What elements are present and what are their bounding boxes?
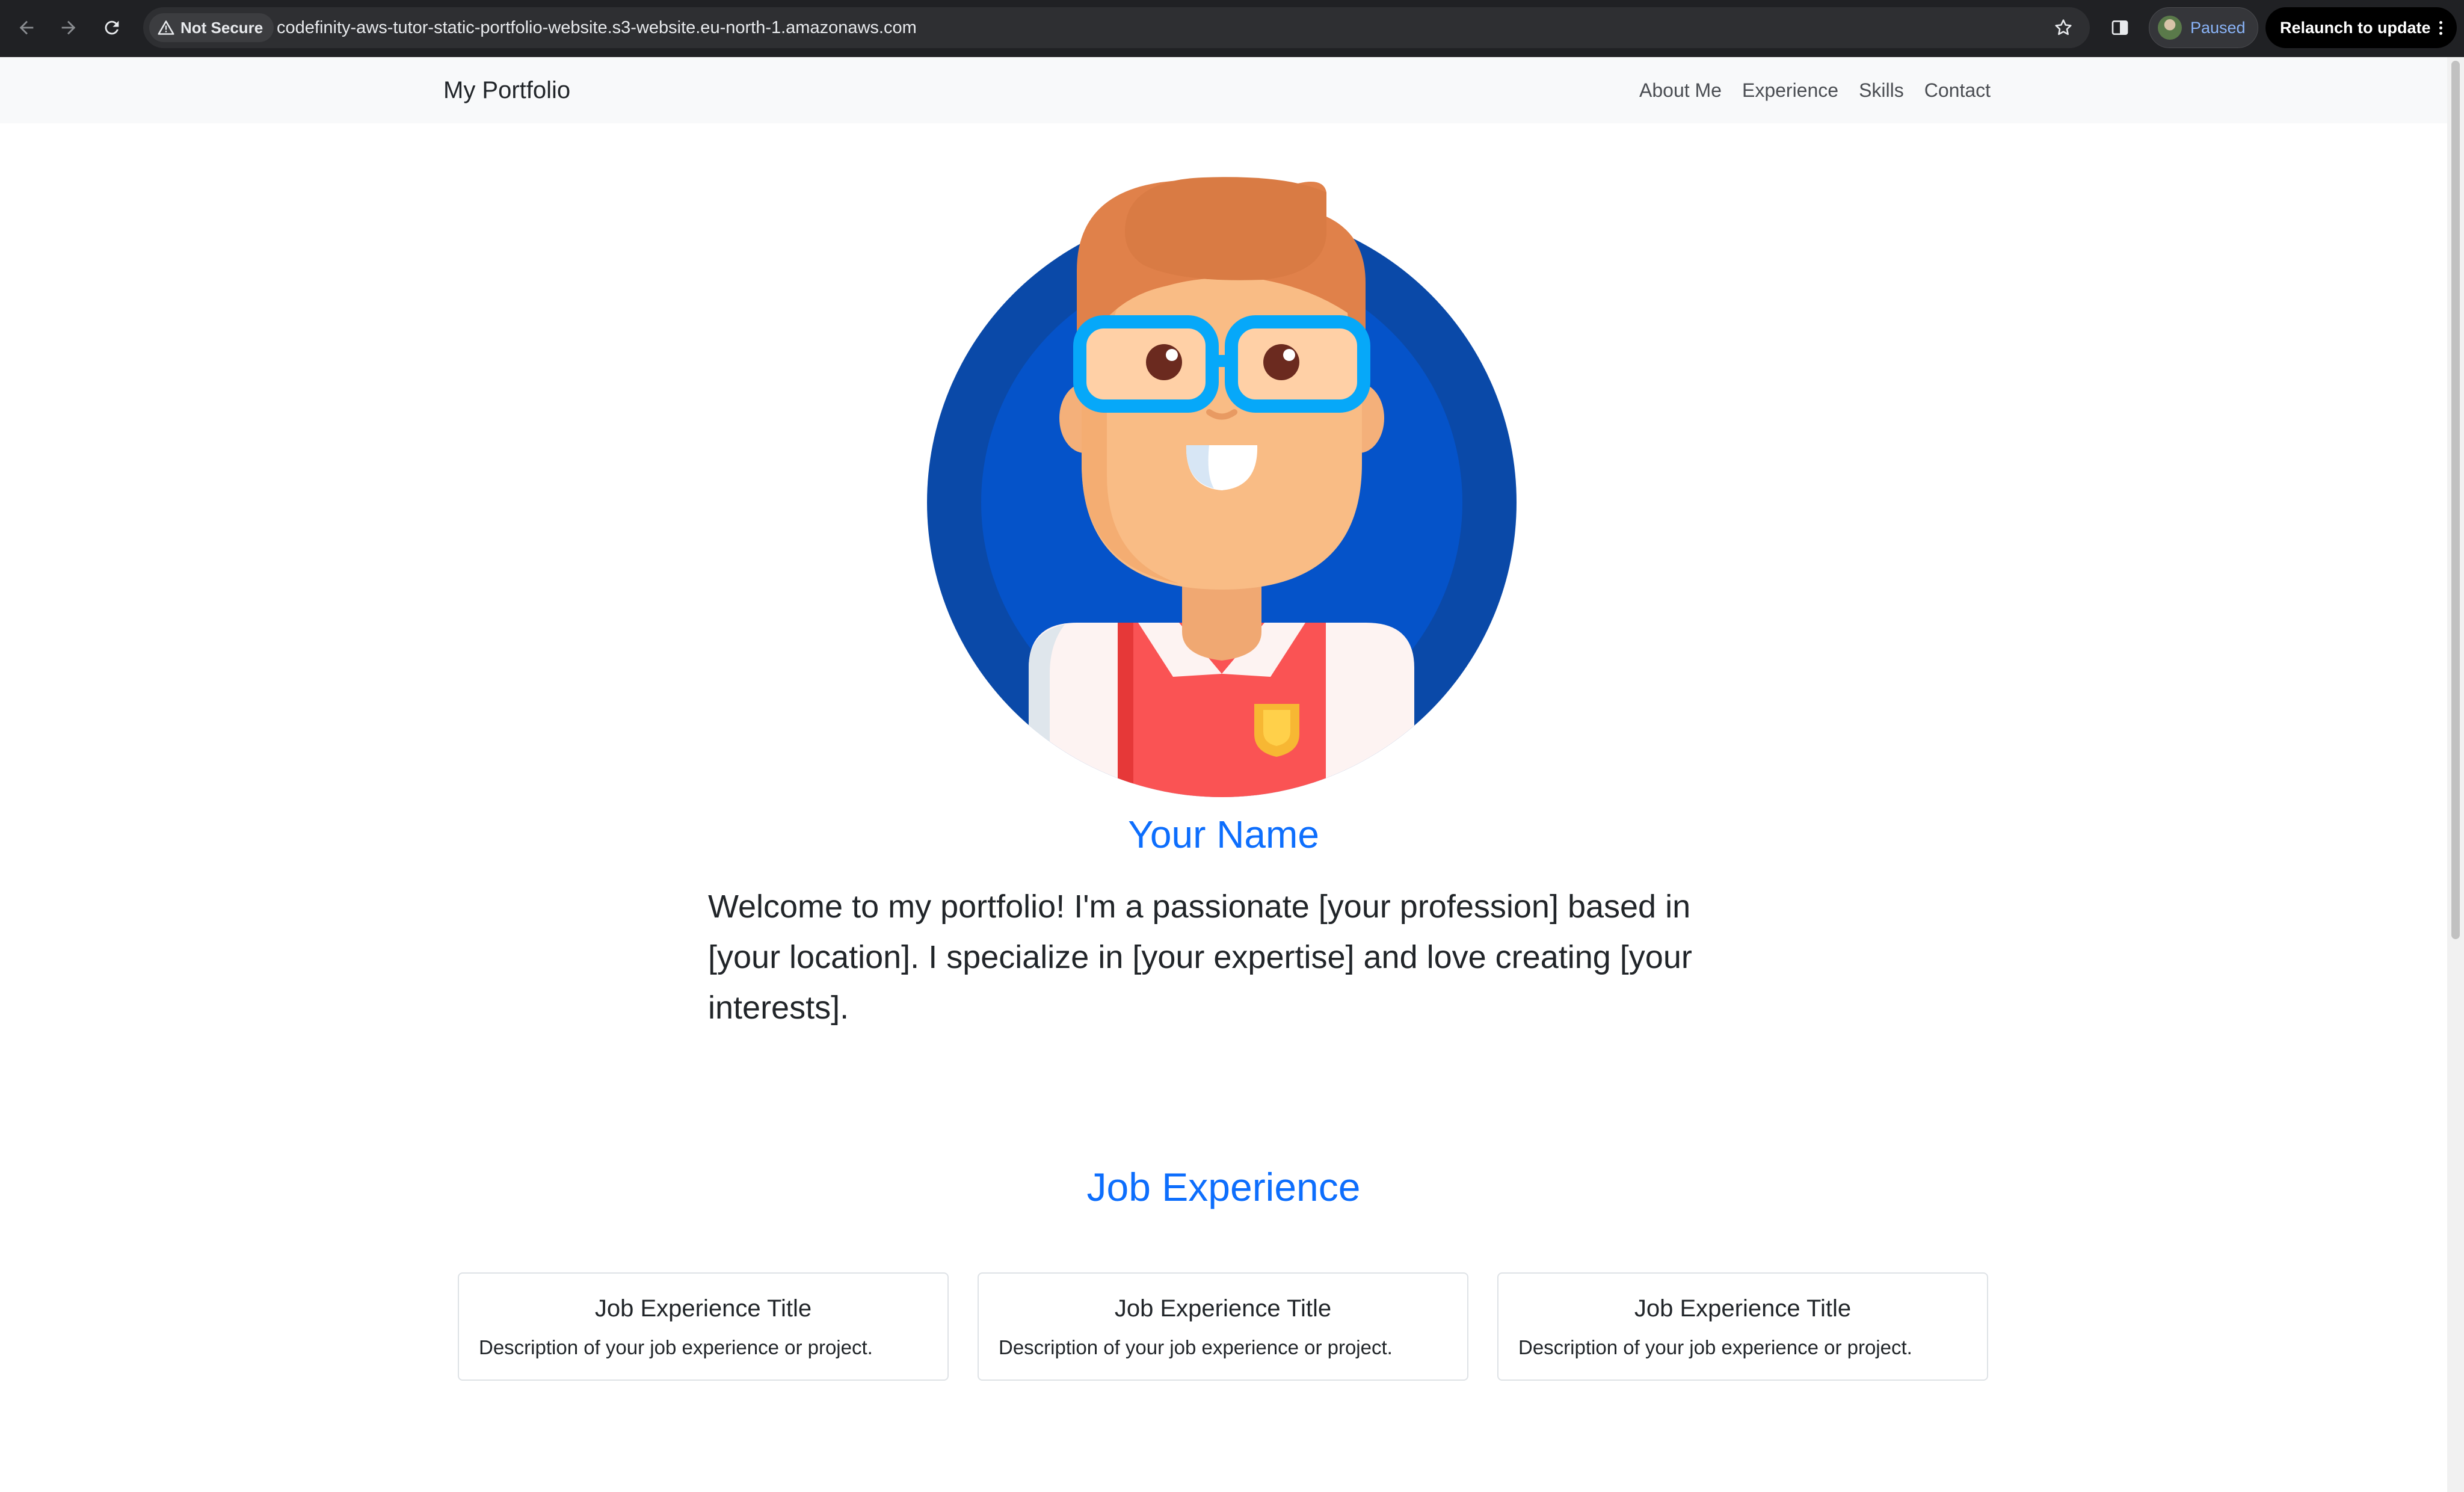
relaunch-label: Relaunch to update <box>2280 18 2431 37</box>
relaunch-button[interactable]: Relaunch to update <box>2265 7 2457 48</box>
card-title: Job Experience Title <box>1634 1295 1852 1322</box>
nav-link-experience[interactable]: Experience <box>1742 79 1838 102</box>
forward-icon <box>61 20 76 35</box>
nav-link-contact[interactable]: Contact <box>1924 79 1991 102</box>
reload-button[interactable] <box>97 13 126 42</box>
scrollbar-thumb[interactable] <box>2451 61 2460 939</box>
hero-name: Your Name <box>1128 813 1319 856</box>
nav-link-skills[interactable]: Skills <box>1859 79 1904 102</box>
back-icon <box>19 20 34 35</box>
experience-card: Job Experience Title Description of your… <box>978 1272 1468 1381</box>
page-viewport: My Portfolio About Me Experience Skills … <box>0 57 2447 1492</box>
kebab-menu-icon[interactable] <box>2439 20 2442 35</box>
side-panel-button[interactable] <box>2105 13 2134 42</box>
nav-link-about-me[interactable]: About Me <box>1639 79 1722 102</box>
reload-icon <box>105 20 119 35</box>
profile-status: Paused <box>2190 18 2246 37</box>
security-label: Not Secure <box>180 18 263 37</box>
card-title: Job Experience Title <box>594 1295 812 1322</box>
address-bar[interactable]: Not Secure codefinity-aws-tutor-static-p… <box>143 7 2090 48</box>
profile-button[interactable]: Paused <box>2149 7 2258 48</box>
hero-intro: Welcome to my portfolio! I'm a passionat… <box>708 889 1692 1026</box>
bookmark-star-button[interactable] <box>2050 14 2077 41</box>
navbar-brand[interactable]: My Portfolio <box>443 57 570 123</box>
site-navbar: My Portfolio About Me Experience Skills … <box>0 57 2447 123</box>
avatar-illustration <box>927 177 1517 797</box>
security-indicator[interactable]: Not Secure <box>149 13 274 42</box>
star-icon <box>2055 19 2072 35</box>
back-button[interactable] <box>12 13 41 42</box>
url-text[interactable]: codefinity-aws-tutor-static-portfolio-we… <box>277 7 917 48</box>
profile-avatar <box>2158 16 2182 40</box>
card-description: Description of your job experience or pr… <box>1518 1336 1912 1358</box>
experience-heading: Job Experience <box>1086 1165 1361 1209</box>
page-scrollbar[interactable] <box>2447 57 2464 1492</box>
navbar-links: About Me Experience Skills Contact <box>1639 57 1991 123</box>
card-description: Description of your job experience or pr… <box>999 1336 1393 1358</box>
card-title: Job Experience Title <box>1114 1295 1332 1322</box>
card-description: Description of your job experience or pr… <box>479 1336 873 1358</box>
experience-card: Job Experience Title Description of your… <box>1497 1272 1988 1381</box>
experience-card: Job Experience Title Description of your… <box>458 1272 949 1381</box>
side-panel-icon <box>2111 20 2128 35</box>
browser-toolbar: Not Secure codefinity-aws-tutor-static-p… <box>0 0 2464 57</box>
forward-button[interactable] <box>54 13 83 42</box>
warning-icon <box>158 19 174 36</box>
